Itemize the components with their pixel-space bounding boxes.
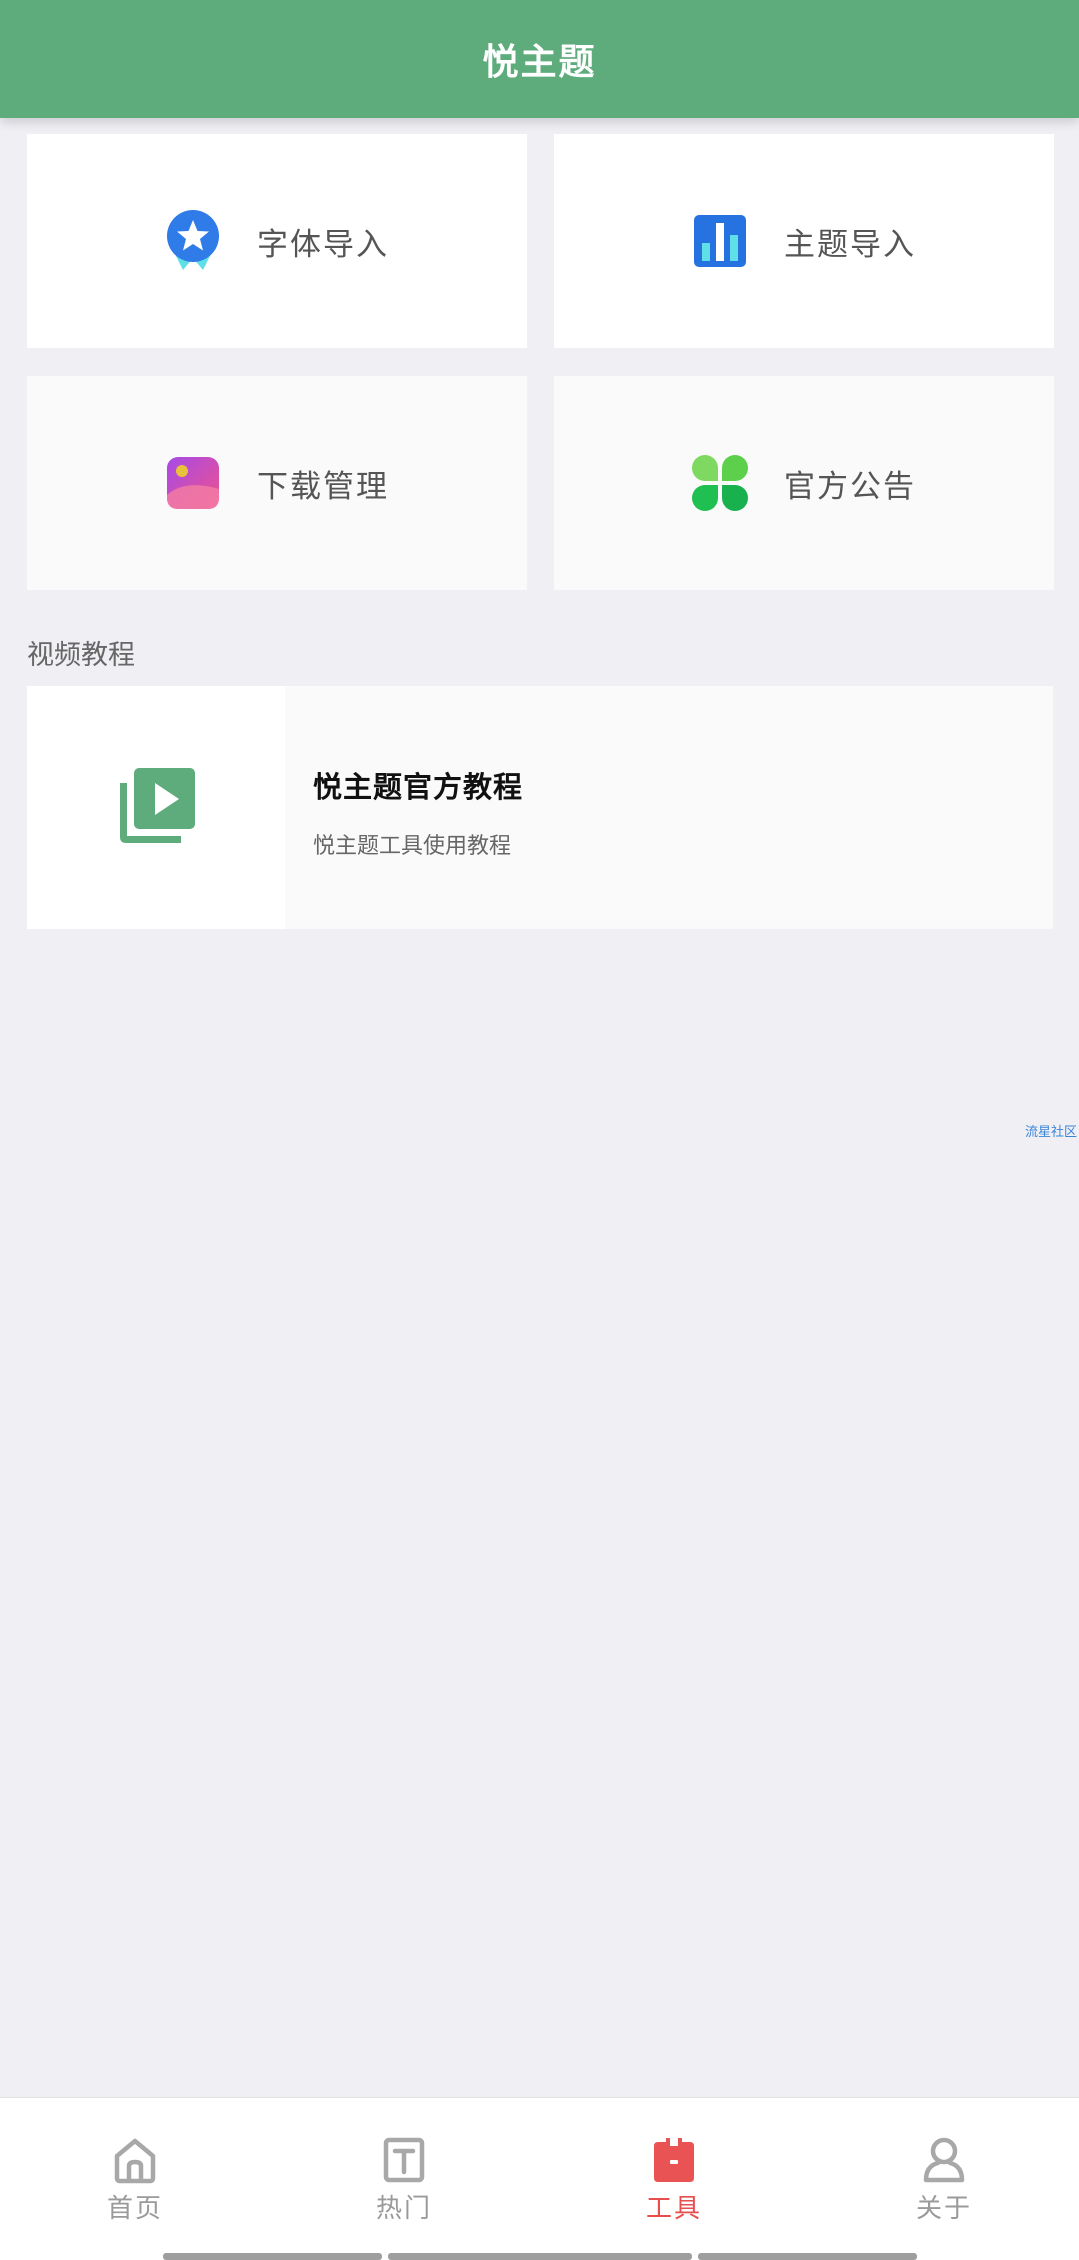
nav-item-tools[interactable]: 工具 xyxy=(604,2136,744,2225)
download-manager-label: 下载管理 xyxy=(257,468,389,505)
tutorial-subtitle: 悦主题工具使用教程 xyxy=(313,834,512,859)
toolbox-icon xyxy=(652,2136,696,2184)
nav-label-tools: 工具 xyxy=(645,2194,702,2224)
font-import-tile[interactable]: 字体导入 xyxy=(27,134,527,348)
nav-item-home[interactable]: 首页 xyxy=(65,2136,205,2225)
font-import-label: 字体导入 xyxy=(257,226,389,263)
tutorial-thumbnail xyxy=(27,686,285,929)
nav-label-home: 首页 xyxy=(106,2194,163,2224)
award-star-icon xyxy=(165,210,221,271)
theme-import-label: 主题导入 xyxy=(784,226,916,263)
image-gallery-icon xyxy=(165,453,221,513)
gesture-bar-segment xyxy=(698,2253,917,2260)
bar-chart-icon xyxy=(692,211,748,271)
theme-import-tile[interactable]: 主题导入 xyxy=(554,134,1054,348)
nav-item-about[interactable]: 关于 xyxy=(874,2136,1014,2225)
tutorial-title: 悦主题官方教程 xyxy=(313,770,524,804)
nav-item-hot[interactable]: 热门 xyxy=(334,2136,474,2225)
home-icon xyxy=(113,2136,157,2184)
video-library-icon xyxy=(115,765,197,851)
download-manager-tile[interactable]: 下载管理 xyxy=(27,376,527,590)
nav-label-hot: 热门 xyxy=(375,2194,432,2224)
clover-icon xyxy=(692,453,748,513)
official-notice-label: 官方公告 xyxy=(784,468,916,505)
bottom-nav: 首页 热门 工具 关于 xyxy=(0,2097,1079,2260)
app-bar: 悦主题 xyxy=(0,0,1079,118)
nav-label-about: 关于 xyxy=(915,2194,972,2224)
page-title: 悦主题 xyxy=(482,42,597,83)
user-icon xyxy=(922,2136,966,2184)
text-t-icon xyxy=(382,2136,426,2184)
watermark: 流星社区 xyxy=(1024,1125,1077,1140)
gesture-bar-segment xyxy=(163,2253,382,2260)
section-title-video: 视频教程 xyxy=(27,640,135,671)
gesture-bar-segment xyxy=(388,2253,692,2260)
official-notice-tile[interactable]: 官方公告 xyxy=(554,376,1054,590)
tutorial-card[interactable]: 悦主题官方教程 悦主题工具使用教程 xyxy=(27,686,1053,929)
